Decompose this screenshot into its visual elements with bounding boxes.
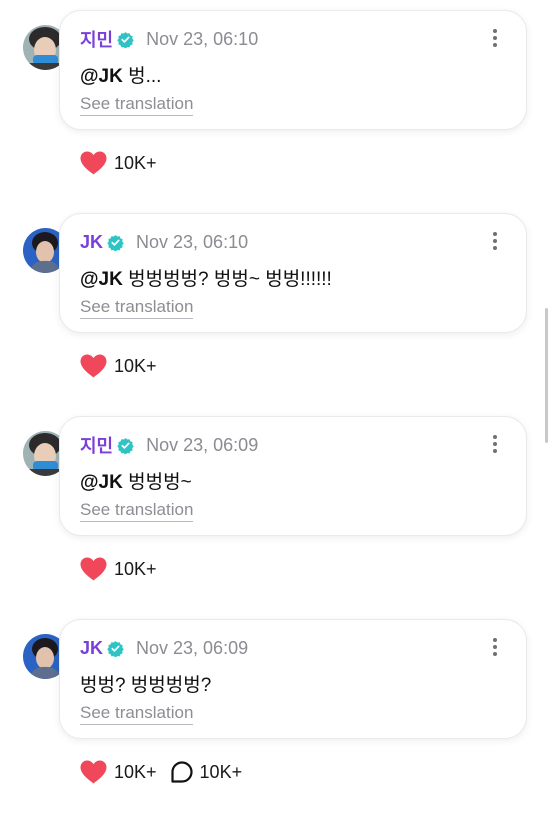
timestamp: Nov 23, 06:09 [136,637,249,658]
timestamp: Nov 23, 06:10 [146,28,259,49]
verified-badge-icon [107,234,124,251]
comment-count: 10K+ [199,761,243,782]
post: 지민 Nov 23, 06:10 @JK 벙... See translatio… [0,10,552,213]
comment-body: 벙벙? 벙벙벙벙? [80,675,212,696]
mention[interactable]: @JK [80,66,123,87]
reaction-bar: 10K+ [80,556,157,582]
timestamp: Nov 23, 06:10 [136,231,249,252]
comment-bubble: 지민 Nov 23, 06:10 @JK 벙... See translatio… [59,10,527,130]
mention[interactable]: @JK [80,269,123,290]
more-options-icon[interactable] [492,638,498,658]
heart-icon[interactable] [80,557,107,581]
author-name[interactable]: 지민 [80,26,113,52]
comment-body: 벙벙벙벙? 벙벙~ 벙벙!!!!!! [122,269,332,290]
timestamp: Nov 23, 06:09 [146,434,259,455]
verified-badge-icon [117,437,134,454]
comment-text: @JK 벙벙벙벙? 벙벙~ 벙벙!!!!!! [80,264,332,291]
like-count: 10K+ [114,761,157,782]
scrollbar[interactable] [545,308,548,443]
comment-header: JK Nov 23, 06:09 [80,636,248,660]
see-translation-link[interactable]: See translation [80,702,194,725]
author-name[interactable]: JK [80,638,103,659]
like-count: 10K+ [114,152,157,173]
more-options-icon[interactable] [492,232,498,252]
post: 지민 Nov 23, 06:09 @JK 벙벙벙~ See translatio… [0,416,552,619]
post: JK Nov 23, 06:09 벙벙? 벙벙벙벙? See translati… [0,619,552,822]
like-count: 10K+ [114,558,157,579]
comment-header: JK Nov 23, 06:10 [80,230,248,254]
reaction-bar: 10K+ [80,353,157,379]
author-name[interactable]: 지민 [80,432,113,458]
like-count: 10K+ [114,355,157,376]
comment-header: 지민 Nov 23, 06:09 [80,433,258,457]
more-options-icon[interactable] [492,29,498,49]
comment-feed: 지민 Nov 23, 06:10 @JK 벙... See translatio… [0,0,552,800]
mention[interactable]: @JK [80,472,123,493]
see-translation-link[interactable]: See translation [80,499,194,522]
comment-body: 벙벙벙~ [122,472,192,493]
heart-icon[interactable] [80,760,107,784]
comment-bubble: 지민 Nov 23, 06:09 @JK 벙벙벙~ See translatio… [59,416,527,536]
comment-bubble: JK Nov 23, 06:09 벙벙? 벙벙벙벙? See translati… [59,619,527,739]
see-translation-link[interactable]: See translation [80,93,194,116]
comment-body: 벙... [122,66,162,87]
verified-badge-icon [117,31,134,48]
more-options-icon[interactable] [492,435,498,455]
reaction-bar: 10K+ 10K+ [80,759,242,785]
reaction-bar: 10K+ [80,150,157,176]
heart-icon[interactable] [80,354,107,378]
comment-header: 지민 Nov 23, 06:10 [80,27,258,51]
comment-bubble-icon[interactable] [170,761,193,783]
heart-icon[interactable] [80,151,107,175]
comment-bubble: JK Nov 23, 06:10 @JK 벙벙벙벙? 벙벙~ 벙벙!!!!!! … [59,213,527,333]
comment-text: @JK 벙벙벙~ [80,467,192,494]
post: JK Nov 23, 06:10 @JK 벙벙벙벙? 벙벙~ 벙벙!!!!!! … [0,213,552,416]
see-translation-link[interactable]: See translation [80,296,194,319]
verified-badge-icon [107,640,124,657]
comment-text: @JK 벙... [80,61,161,88]
author-name[interactable]: JK [80,232,103,253]
comment-text: 벙벙? 벙벙벙벙? [80,670,211,697]
